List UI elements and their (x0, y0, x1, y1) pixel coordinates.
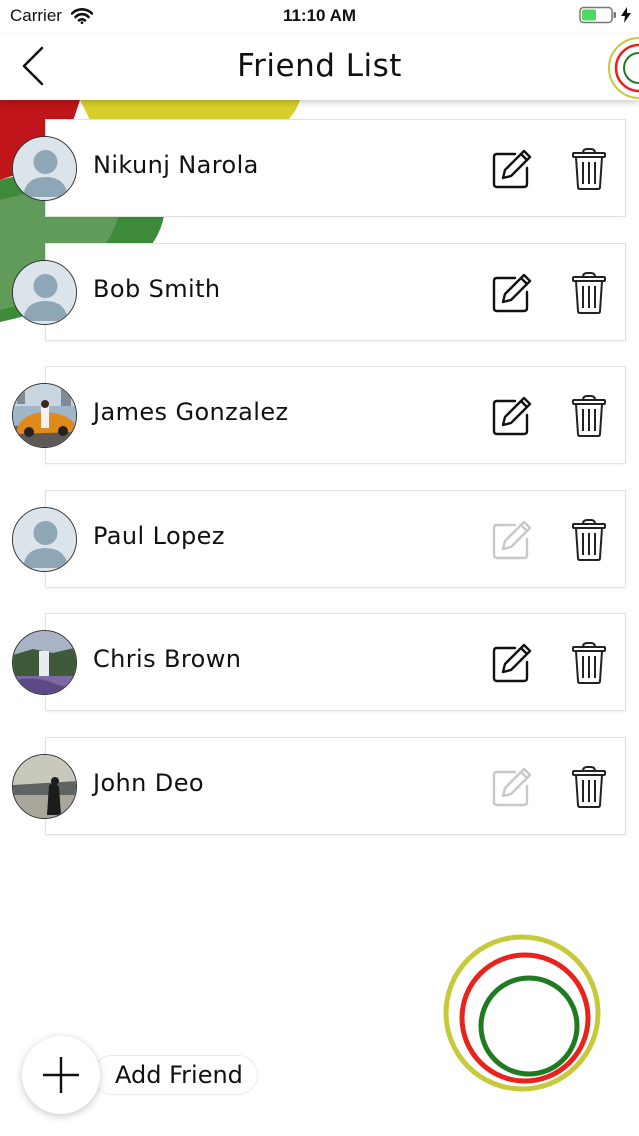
avatar (12, 507, 77, 572)
add-friend-label[interactable]: Add Friend (92, 1055, 258, 1095)
user-placeholder-icon (13, 508, 76, 571)
avatar (12, 630, 77, 695)
friend-row: Bob Smith (0, 243, 639, 343)
delete-button[interactable] (571, 394, 607, 438)
edit-pencil-icon (492, 520, 532, 560)
edit-pencil-icon (492, 149, 532, 189)
user-placeholder-icon (13, 261, 76, 324)
edit-button[interactable] (491, 642, 533, 684)
avatar-photo-beach (13, 755, 76, 818)
friend-name: Chris Brown (93, 645, 242, 673)
edit-button-disabled (491, 766, 533, 808)
edit-pencil-icon (492, 273, 532, 313)
edit-pencil-icon (492, 767, 532, 807)
edit-pencil-icon (492, 643, 532, 683)
trash-icon (572, 766, 606, 808)
add-friend-button[interactable]: Add Friend (22, 1035, 258, 1115)
trash-icon (572, 272, 606, 314)
trash-icon (572, 148, 606, 190)
friend-row: James Gonzalez (0, 366, 639, 466)
app-logo (605, 34, 639, 100)
delete-button[interactable] (571, 765, 607, 809)
charging-bolt-icon (621, 7, 631, 23)
page-title: Friend List (237, 48, 402, 84)
delete-button[interactable] (571, 271, 607, 315)
avatar (12, 260, 77, 325)
friend-row: Paul Lopez (0, 490, 639, 590)
status-right (579, 6, 631, 24)
delete-button[interactable] (571, 518, 607, 562)
avatar-photo-car (13, 384, 76, 447)
add-circle[interactable] (22, 1036, 100, 1114)
friend-name: Nikunj Narola (93, 151, 259, 179)
status-time: 11:10 AM (282, 6, 357, 25)
edit-button[interactable] (491, 272, 533, 314)
trash-icon (572, 519, 606, 561)
friend-row: John Deo (0, 737, 639, 837)
delete-button[interactable] (571, 147, 607, 191)
friend-name: Paul Lopez (93, 522, 225, 550)
user-placeholder-icon (13, 137, 76, 200)
delete-button[interactable] (571, 641, 607, 685)
edit-button-disabled (491, 519, 533, 561)
status-bar: Carrier 11:10 AM (0, 0, 639, 34)
header: Friend List (0, 34, 639, 100)
avatar (12, 754, 77, 819)
avatar-photo-waterfall (13, 631, 76, 694)
friend-name: James Gonzalez (93, 398, 289, 426)
friend-row: Chris Brown (0, 613, 639, 713)
battery-icon (579, 6, 616, 24)
trash-icon (572, 395, 606, 437)
friend-name: John Deo (93, 769, 204, 797)
avatar (12, 383, 77, 448)
ring-logo (443, 934, 601, 1092)
avatar (12, 136, 77, 201)
trash-icon (572, 642, 606, 684)
plus-icon (43, 1057, 79, 1093)
edit-button[interactable] (491, 148, 533, 190)
edit-button[interactable] (491, 395, 533, 437)
edit-pencil-icon (492, 396, 532, 436)
friend-name: Bob Smith (93, 275, 221, 303)
friend-row: Nikunj Narola (0, 119, 639, 219)
